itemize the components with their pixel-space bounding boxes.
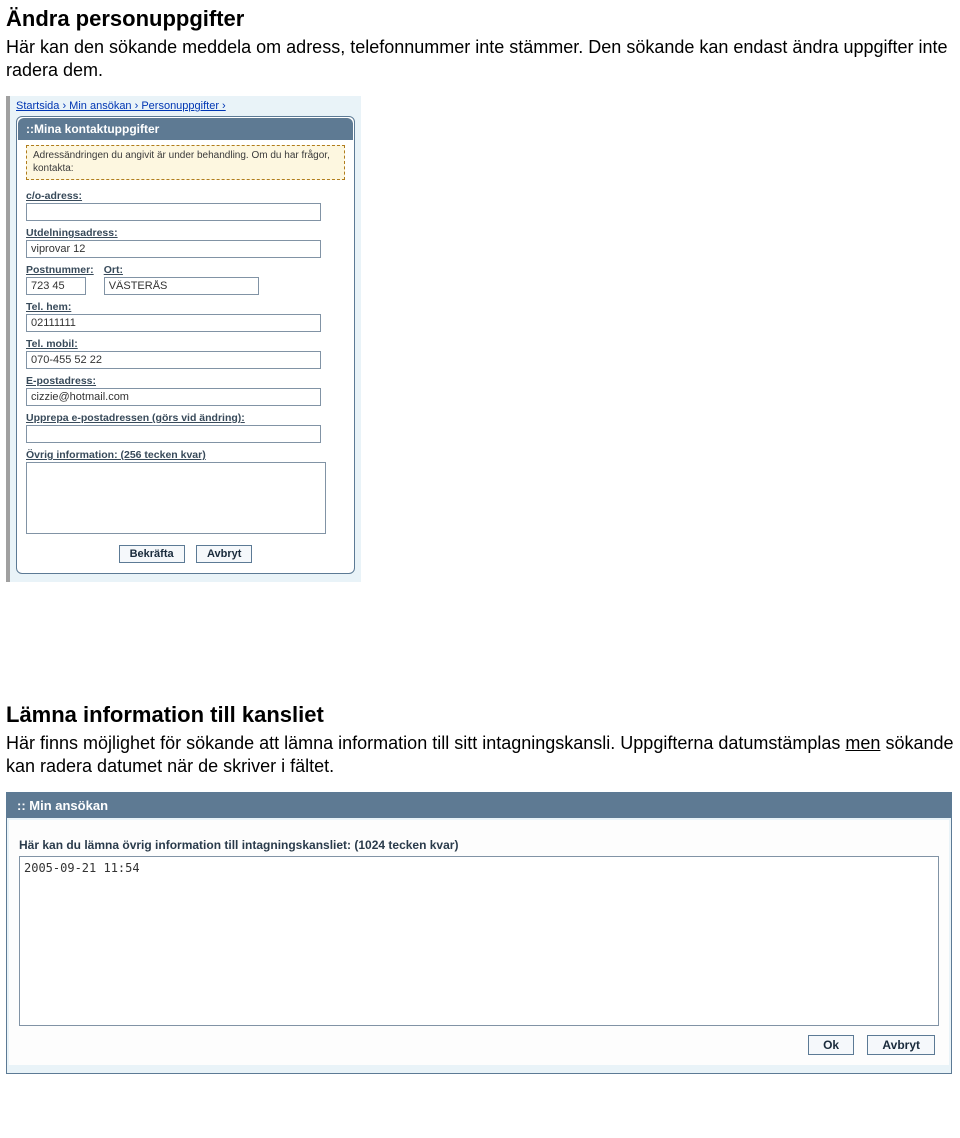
application-textarea[interactable]: 2005-09-21 11:54 [19,856,939,1026]
application-panel-title: :: Min ansökan [7,793,951,818]
email-label: E-postadress: [26,375,345,387]
telhem-input[interactable] [26,314,321,332]
section1-heading: Ändra personuppgifter [6,6,954,32]
ok-button[interactable]: Ok [808,1035,854,1055]
telmob-input[interactable] [26,351,321,369]
contact-panel-title: ::Mina kontaktuppgifter [18,118,353,140]
co-input[interactable] [26,203,321,221]
section2-text-part1: Här finns möjlighet för sökande att lämn… [6,733,845,753]
utd-input[interactable] [26,240,321,258]
cancel-button[interactable]: Avbryt [196,545,252,563]
co-label: c/o-adress: [26,190,345,202]
application-panel: :: Min ansökan Här kan du lämna övrig in… [6,792,952,1074]
cancel-button-2[interactable]: Avbryt [867,1035,935,1055]
telmob-label: Tel. mobil: [26,338,345,350]
pn-label: Postnummer: [26,264,94,276]
email2-input[interactable] [26,425,321,443]
breadcrumb[interactable]: Startsida › Min ansökan › Personuppgifte… [16,100,355,112]
contact-panel: ::Mina kontaktuppgifter Adressändringen … [16,116,355,574]
pn-input[interactable] [26,277,86,295]
application-label: Här kan du lämna övrig information till … [19,838,939,852]
contact-panel-outer: Startsida › Min ansökan › Personuppgifte… [6,96,361,582]
email-input[interactable] [26,388,321,406]
ort-label: Ort: [104,264,259,276]
ovrig-label: Övrig information: (256 tecken kvar) [26,449,345,461]
email2-label: Upprepa e-postadressen (görs vid ändring… [26,412,345,424]
section2-text: Här finns möjlighet för sökande att lämn… [6,732,954,778]
telhem-label: Tel. hem: [26,301,345,313]
section1-text: Här kan den sökande meddela om adress, t… [6,36,954,82]
ovrig-textarea[interactable] [26,462,326,534]
confirm-button[interactable]: Bekräfta [119,545,185,563]
ort-input[interactable] [104,277,259,295]
section2-heading: Lämna information till kansliet [6,702,954,728]
section2-text-underline: men [845,733,880,753]
utd-label: Utdelningsadress: [26,227,345,239]
notice-box: Adressändringen du angivit är under beha… [26,145,345,180]
